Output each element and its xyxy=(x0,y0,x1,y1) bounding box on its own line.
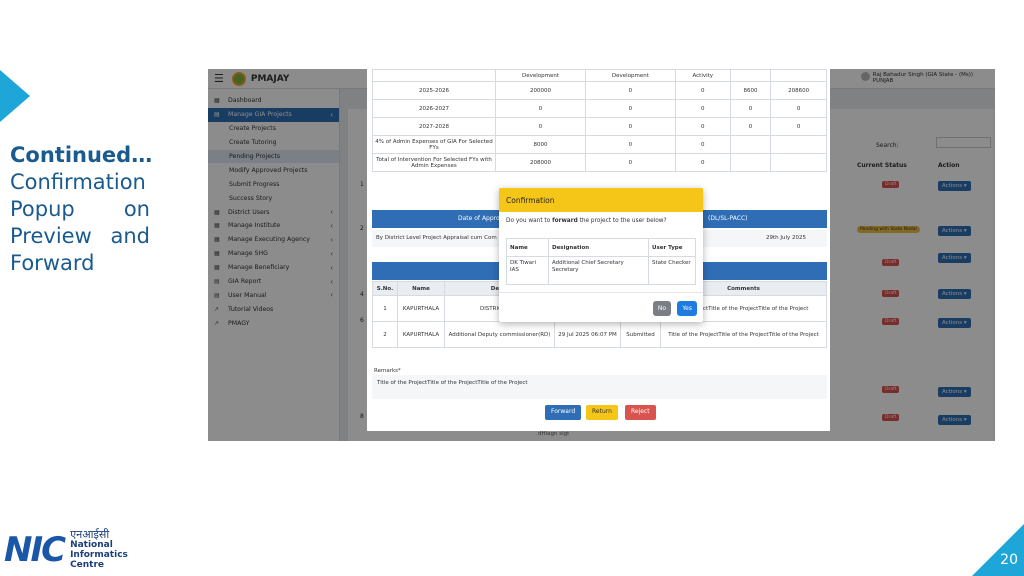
table-cell xyxy=(770,69,827,82)
table-row: Total of Intervention For Selected FYs w… xyxy=(372,153,827,172)
table-cell: 2 xyxy=(372,321,398,348)
table-cell: Development xyxy=(495,69,586,82)
nic-mark: NIC xyxy=(4,530,66,570)
col-user-type: User Type xyxy=(648,238,696,257)
col-name: Name xyxy=(397,281,445,296)
table-cell: 0 xyxy=(674,81,731,100)
table-cell xyxy=(770,135,827,154)
no-button[interactable]: No xyxy=(652,301,671,316)
table-row: DK Tiwari IAS Additional Chief Secretary… xyxy=(506,256,696,285)
table-cell xyxy=(372,69,496,82)
table-cell: KAPURTHALA xyxy=(397,321,445,348)
table-cell: 0 xyxy=(674,135,731,154)
slide: Continued… Confirmation Popup on Preview… xyxy=(0,0,1024,576)
remarks-textarea[interactable]: Title of the ProjectTitle of the Project… xyxy=(372,375,827,399)
table-row: 4% of Admin Expenses of GIA For Selected… xyxy=(372,135,827,154)
return-button[interactable]: Return xyxy=(586,405,618,420)
table-cell: KAPURTHALA xyxy=(397,295,445,322)
cut-off-text: dHiagn sigt xyxy=(538,431,570,437)
table-cell: 0 xyxy=(584,135,676,154)
table-cell: 0 xyxy=(495,99,586,118)
heading-line-3: Preview and xyxy=(10,224,150,248)
col-name: Name xyxy=(506,238,549,257)
page-number: 20 xyxy=(1000,552,1018,568)
confirmation-dialog: Confirmation Do you want to forward the … xyxy=(499,188,703,322)
nic-logo-text: एनआईसी National Informatics Centre xyxy=(70,528,128,570)
table-row: 2 KAPURTHALA Additional Deputy commissione… xyxy=(372,321,827,348)
project-cost-table: Development Development Activity 2025-20… xyxy=(372,69,827,172)
table-row: 2027-2028 0 0 0 0 0 xyxy=(372,117,827,136)
table-cell: Activity xyxy=(674,69,731,82)
table-row: 2025-2026 200000 0 0 8600 208600 xyxy=(372,81,827,100)
table-cell: 2026-2027 xyxy=(372,99,496,118)
heading-line-1: Confirmation xyxy=(10,170,146,194)
heading-body: Confirmation Popup on Preview and Forwar… xyxy=(10,169,150,277)
heading-line-4: Forward xyxy=(10,251,95,275)
table-cell: 208600 xyxy=(770,81,827,100)
table-cell: Total of Intervention For Selected FYs w… xyxy=(372,153,496,172)
table-cell: 29 Jul 2025 06:07 PM xyxy=(554,321,621,348)
col-sno: S.No. xyxy=(372,281,398,296)
dialog-footer: No Yes xyxy=(499,292,703,322)
table-cell xyxy=(729,153,772,172)
table-row: 2026-2027 0 0 0 0 0 xyxy=(372,99,827,118)
msg-post: the project to the user below? xyxy=(577,218,667,224)
approval-date: 29th July 2025 xyxy=(766,235,807,241)
table-cell: 0 xyxy=(674,99,731,118)
approval-text: By District Level Project Appraisal cum … xyxy=(376,235,497,241)
nic-hindi: एनआईसी xyxy=(70,528,110,541)
table-cell: 0 xyxy=(729,99,772,118)
table-cell: 8600 xyxy=(729,81,772,100)
table-cell: Submitted xyxy=(620,321,661,348)
user-designation-cell: Additional Chief Secretary Secretary xyxy=(548,256,649,285)
slide-arrow-decoration xyxy=(0,70,30,122)
nic-logo: NIC एनआईसी National Informatics Centre xyxy=(4,528,128,570)
forward-button[interactable]: Forward xyxy=(545,405,582,420)
approval-title: Date of Approv xyxy=(458,215,504,222)
table-cell: 8000 xyxy=(495,135,586,154)
heading-line-2: Popup on xyxy=(10,197,150,221)
msg-pre: Do you want to xyxy=(506,218,553,224)
user-type-cell: State Checker xyxy=(648,256,696,285)
remarks-label: Remarks* xyxy=(374,368,401,374)
col-designation: Designation xyxy=(548,238,649,257)
table-cell: 0 xyxy=(584,153,676,172)
slide-heading: Continued… Confirmation Popup on Preview… xyxy=(10,142,153,277)
table-cell: 0 xyxy=(674,117,731,136)
table-cell: 200000 xyxy=(495,81,586,100)
table-cell: Title of the ProjectTitle of the Project… xyxy=(660,321,827,348)
heading-bold: Continued… xyxy=(10,143,153,167)
dialog-message: Do you want to forward the project to th… xyxy=(499,212,703,224)
nic-line1: National xyxy=(70,540,113,550)
table-cell: 4% of Admin Expenses of GIA For Selected… xyxy=(372,135,496,154)
yes-button[interactable]: Yes xyxy=(677,301,697,316)
table-cell: 0 xyxy=(495,117,586,136)
table-cell xyxy=(729,135,772,154)
approval-title-right: (DL/SL-PACC) xyxy=(708,215,748,222)
user-name-cell: DK Tiwari IAS xyxy=(506,256,549,285)
table-cell: 0 xyxy=(770,117,827,136)
table-cell xyxy=(770,153,827,172)
dialog-title: Confirmation xyxy=(499,188,703,212)
reject-button[interactable]: Reject xyxy=(625,405,656,420)
table-cell: 0 xyxy=(584,117,676,136)
table-cell: 2027-2028 xyxy=(372,117,496,136)
table-cell: Development xyxy=(584,69,676,82)
nic-line2: Informatics xyxy=(70,550,128,560)
forward-user-table: Name Designation User Type DK Tiwari IAS… xyxy=(506,238,696,285)
table-cell xyxy=(729,69,772,82)
table-cell: 208000 xyxy=(495,153,586,172)
table-cell: 0 xyxy=(770,99,827,118)
table-cell: 0 xyxy=(729,117,772,136)
nic-line3: Centre xyxy=(70,560,105,570)
table-cell: Additional Deputy commissioner(RD) xyxy=(444,321,555,348)
table-cell: 1 xyxy=(372,295,398,322)
msg-bold: forward xyxy=(552,218,578,224)
table-cell: 2025-2026 xyxy=(372,81,496,100)
corner-decoration xyxy=(972,524,1024,576)
table-cell: 0 xyxy=(674,153,731,172)
table-cell: 0 xyxy=(584,99,676,118)
table-cell: 0 xyxy=(584,81,676,100)
app-screenshot: ☰ PMAJAY Raj Bahadur Singh (GIA State - … xyxy=(208,69,995,441)
